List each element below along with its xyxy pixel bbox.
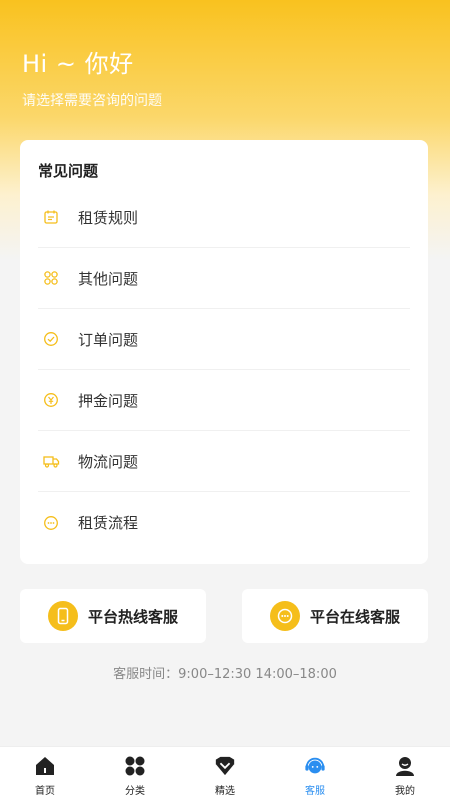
- headset-icon: [304, 755, 326, 777]
- faq-item-label: 其他问题: [78, 269, 139, 288]
- online-service-button[interactable]: 平台在线客服: [242, 589, 428, 643]
- faq-title: 常见问题: [38, 162, 99, 180]
- faq-item-rental-process[interactable]: 租赁流程: [38, 492, 410, 553]
- tab-label: 精选: [215, 786, 235, 797]
- tab-label: 我的: [395, 786, 415, 797]
- phone-icon: [47, 601, 78, 631]
- truck-icon: [42, 452, 60, 470]
- faq-item-logistics[interactable]: 物流问题: [38, 431, 410, 492]
- faq-list: 租赁规则 其他问题 订单问题 押金问题 物流问题 租赁流程: [38, 187, 410, 553]
- faq-item-deposit[interactable]: 押金问题: [38, 370, 410, 431]
- faq-card: 常见问题 租赁规则 其他问题 订单问题 押金问题 物流问题 租赁流程: [20, 140, 428, 564]
- tab-featured[interactable]: 精选: [180, 747, 270, 800]
- home-icon: [34, 755, 56, 777]
- faq-item-label: 押金问题: [78, 391, 139, 410]
- deposit-icon: [42, 391, 60, 409]
- service-hours: 客服时间：9:00–12:30 14:00–18:00: [113, 667, 337, 682]
- faq-item-label: 租赁规则: [78, 208, 139, 227]
- hotline-service-button[interactable]: 平台热线客服: [20, 589, 206, 643]
- faq-item-label: 订单问题: [78, 330, 139, 349]
- grid-icon: [42, 269, 60, 287]
- hotline-service-label: 平台热线客服: [87, 607, 178, 626]
- calendar-icon: [42, 208, 60, 226]
- faq-item-order[interactable]: 订单问题: [38, 309, 410, 370]
- tab-label: 分类: [125, 786, 145, 797]
- check-circle-icon: [42, 330, 60, 348]
- faq-item-rental-rules[interactable]: 租赁规则: [38, 187, 410, 248]
- chat-icon: [269, 601, 300, 631]
- tab-label: 客服: [305, 786, 325, 797]
- faq-item-label: 租赁流程: [78, 514, 139, 532]
- faq-item-label: 物流问题: [78, 452, 139, 471]
- greeting-subtitle: 请选择需要咨询的问题: [22, 93, 162, 109]
- tab-customer-service[interactable]: 客服: [270, 747, 360, 800]
- tab-home[interactable]: 首页: [0, 747, 90, 800]
- tab-mine[interactable]: 我的: [360, 747, 450, 800]
- greeting-title: Hi ~ 你好: [22, 50, 134, 78]
- heart-icon: [214, 755, 236, 777]
- tab-category[interactable]: 分类: [90, 747, 180, 800]
- user-icon: [394, 755, 416, 777]
- online-service-label: 平台在线客服: [309, 607, 400, 626]
- category-icon: [124, 755, 146, 777]
- tab-label: 首页: [35, 786, 55, 797]
- bottom-tab-bar: 首页 分类 精选 客服 我的: [0, 746, 450, 800]
- faq-item-other[interactable]: 其他问题: [38, 248, 410, 309]
- chat-bubble-icon: [42, 514, 60, 532]
